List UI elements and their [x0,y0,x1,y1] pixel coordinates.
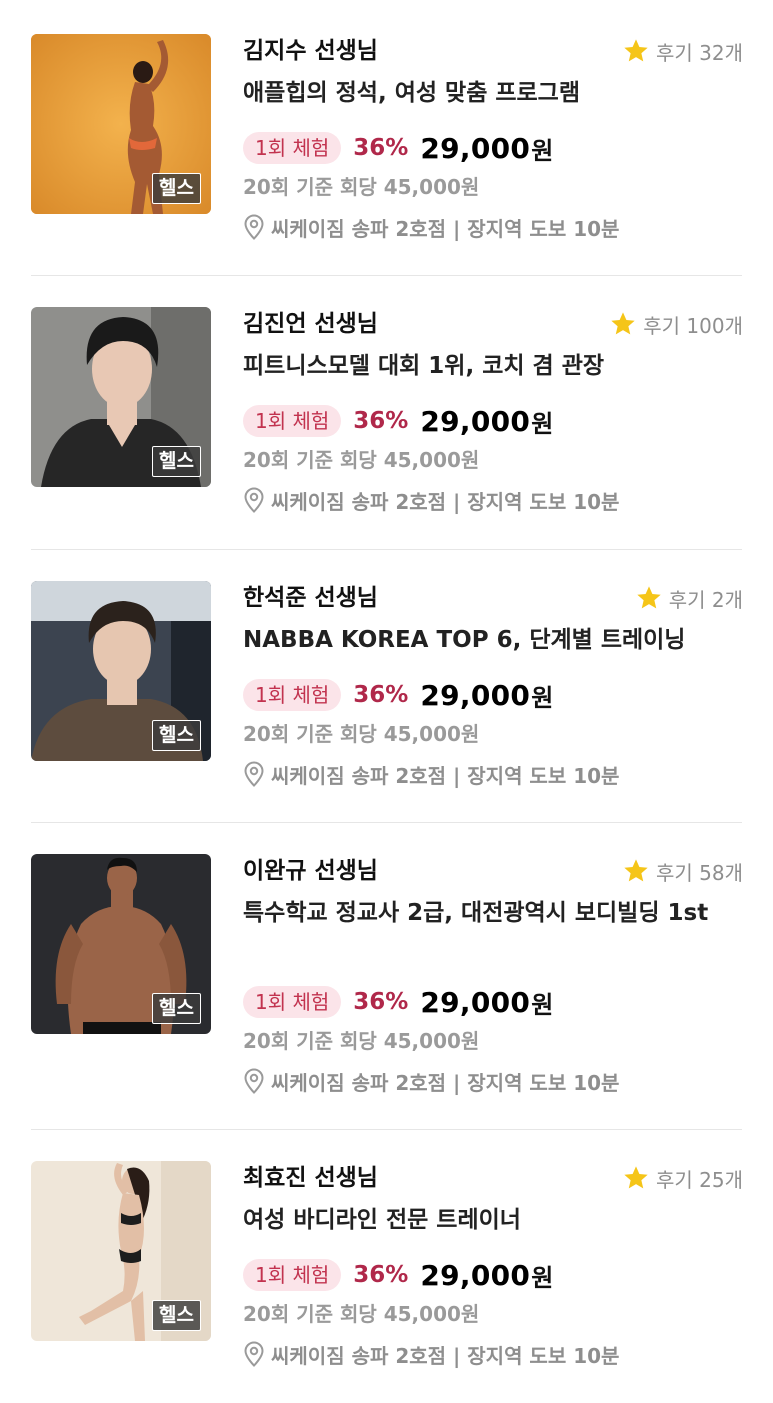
trial-price: 29,000 [420,985,531,1019]
currency-unit: 원 [531,990,554,1019]
currency-unit: 원 [531,136,554,165]
discount-rate: 36% [353,135,409,161]
currency-unit: 원 [531,409,554,438]
location-pin-icon [244,1068,264,1094]
star-icon [637,586,661,609]
discount-rate: 36% [353,408,409,434]
trainer-photo[interactable]: 헬스 [31,581,211,761]
location-text: 씨케이짐 송파 2호점 | 장지역 도보 10분 [271,216,620,241]
trainer-headline: 여성 바디라인 전문 트레이너 [243,1207,521,1233]
trainer-list: 헬스 김지수 선생님 후기 32개 애플힙의 정석, 여성 맞춤 프로그램 1회… [0,0,773,1403]
price-row: 1회 체험 36% 29,000 원 [243,1255,553,1295]
location-pin-icon [244,214,264,240]
review-count: 후기 2개 [668,587,743,612]
trainer-card[interactable]: 헬스 김지수 선생님 후기 32개 애플힙의 정석, 여성 맞춤 프로그램 1회… [0,34,773,274]
trial-price: 29,000 [420,1258,531,1292]
category-tag: 헬스 [152,720,201,751]
divider [31,549,742,550]
trial-price: 29,000 [420,404,531,438]
location-row: 씨케이짐 송파 2호점 | 장지역 도보 10분 [243,1339,619,1369]
location-row: 씨케이짐 송파 2호점 | 장지역 도보 10분 [243,485,619,515]
trainer-card[interactable]: 헬스 이완규 선생님 후기 58개 특수학교 정교사 2급, 대전광역시 보디빌… [0,854,773,1130]
location-pin-icon [244,487,264,513]
divider [31,1129,742,1130]
discount-rate: 36% [353,1262,409,1288]
review-rating: 후기 58개 [622,854,743,888]
star-icon [624,859,648,882]
divider [31,275,742,276]
discount-rate: 36% [353,682,409,708]
trainer-name: 김지수 선생님 [243,38,378,64]
star-icon [624,39,648,62]
trainer-headline: 애플힙의 정석, 여성 맞춤 프로그램 [243,80,581,106]
trainer-photo[interactable]: 헬스 [31,854,211,1034]
review-rating: 후기 100개 [609,307,743,341]
star-icon [611,312,635,335]
review-count: 후기 58개 [655,860,743,885]
location-pin-icon [244,761,264,787]
review-count: 후기 100개 [643,313,743,338]
price-row: 1회 체험 36% 29,000 원 [243,675,553,715]
trainer-name: 이완규 선생님 [243,858,378,884]
category-tag: 헬스 [152,993,201,1024]
trial-badge: 1회 체험 [243,405,342,437]
location-row: 씨케이짐 송파 2호점 | 장지역 도보 10분 [243,212,619,242]
trial-badge: 1회 체험 [243,1259,342,1291]
base-price-info: 20회 기준 회당 45,000원 [243,722,480,746]
location-text: 씨케이짐 송파 2호점 | 장지역 도보 10분 [271,763,620,788]
trainer-card[interactable]: 헬스 김진언 선생님 후기 100개 피트니스모델 대회 1위, 코치 겸 관장… [0,307,773,547]
location-pin-icon [244,1341,264,1367]
trial-badge: 1회 체험 [243,986,342,1018]
trainer-photo[interactable]: 헬스 [31,307,211,487]
review-rating: 후기 2개 [635,581,743,615]
trainer-headline: NABBA KOREA TOP 6, 단계별 트레이닝 [243,627,686,653]
price-row: 1회 체험 36% 29,000 원 [243,982,553,1022]
review-rating: 후기 25개 [622,1161,743,1195]
discount-rate: 36% [353,989,409,1015]
location-text: 씨케이짐 송파 2호점 | 장지역 도보 10분 [271,1343,620,1368]
trainer-headline: 특수학교 정교사 2급, 대전광역시 보디빌딩 1st [243,900,709,926]
trial-price: 29,000 [420,678,531,712]
base-price-info: 20회 기준 회당 45,000원 [243,1302,480,1326]
trainer-card[interactable]: 헬스 최효진 선생님 후기 25개 여성 바디라인 전문 트레이너 1회 체험 … [0,1161,773,1401]
trainer-photo[interactable]: 헬스 [31,1161,211,1341]
trainer-name: 최효진 선생님 [243,1165,378,1191]
trial-price: 29,000 [420,131,531,165]
review-rating: 후기 32개 [622,34,743,68]
trial-badge: 1회 체험 [243,679,342,711]
currency-unit: 원 [531,683,554,712]
trial-badge: 1회 체험 [243,132,342,164]
trainer-headline: 피트니스모델 대회 1위, 코치 겸 관장 [243,353,605,379]
location-row: 씨케이짐 송파 2호점 | 장지역 도보 10분 [243,759,619,789]
category-tag: 헬스 [152,446,201,477]
price-row: 1회 체험 36% 29,000 원 [243,401,553,441]
review-count: 후기 25개 [655,1167,743,1192]
trainer-name: 한석준 선생님 [243,585,378,611]
location-row: 씨케이짐 송파 2호점 | 장지역 도보 10분 [243,1066,619,1096]
trainer-card[interactable]: 헬스 한석준 선생님 후기 2개 NABBA KOREA TOP 6, 단계별 … [0,581,773,821]
base-price-info: 20회 기준 회당 45,000원 [243,1029,480,1053]
trainer-photo[interactable]: 헬스 [31,34,211,214]
star-icon [624,1166,648,1189]
category-tag: 헬스 [152,173,201,204]
location-text: 씨케이짐 송파 2호점 | 장지역 도보 10분 [271,489,620,514]
base-price-info: 20회 기준 회당 45,000원 [243,175,480,199]
category-tag: 헬스 [152,1300,201,1331]
base-price-info: 20회 기준 회당 45,000원 [243,448,480,472]
location-text: 씨케이짐 송파 2호점 | 장지역 도보 10분 [271,1070,620,1095]
divider [31,822,742,823]
review-count: 후기 32개 [655,40,743,65]
currency-unit: 원 [531,1263,554,1292]
trainer-name: 김진언 선생님 [243,311,378,337]
price-row: 1회 체험 36% 29,000 원 [243,128,553,168]
